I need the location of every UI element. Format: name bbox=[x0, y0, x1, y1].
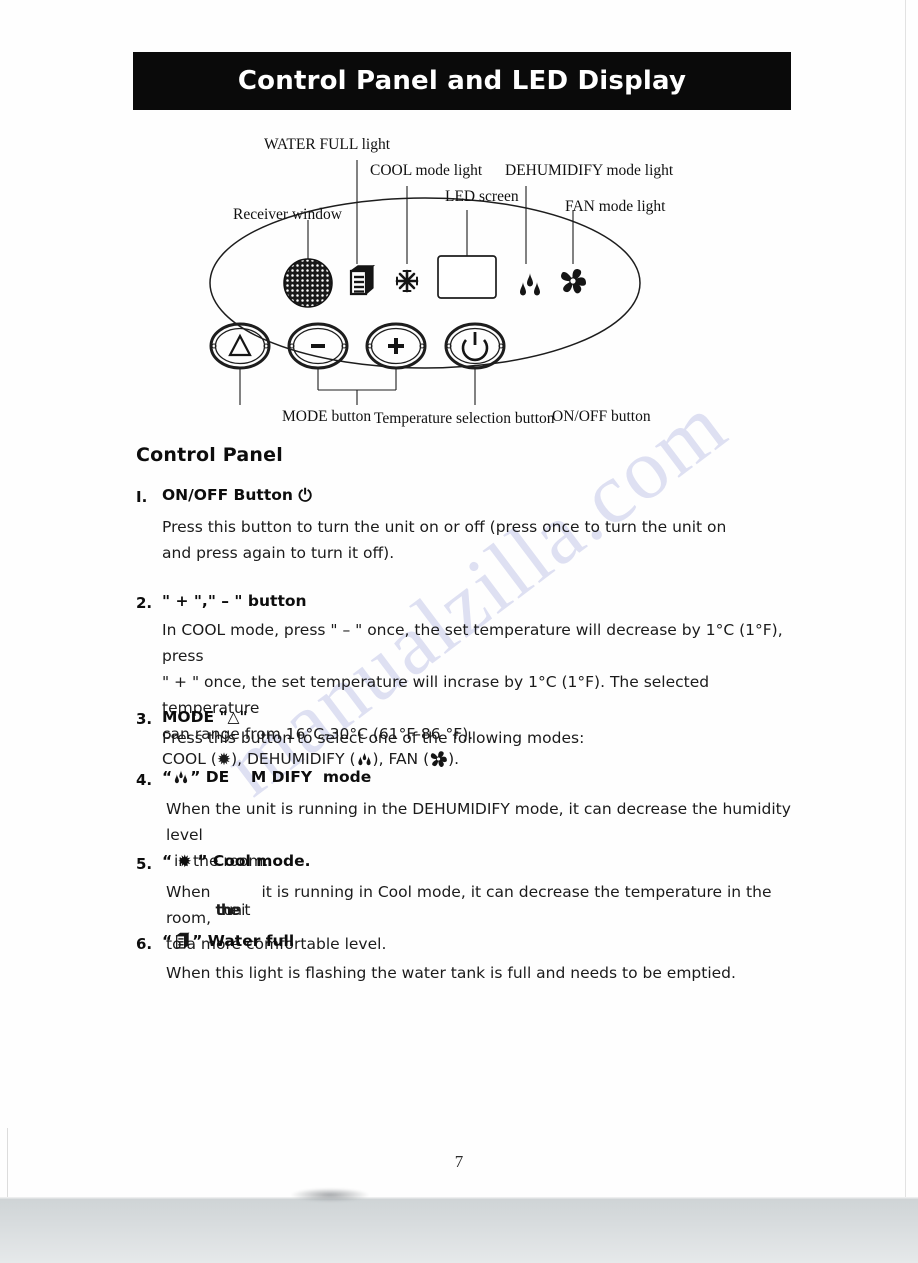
mode-cool-text: COOL ( bbox=[162, 750, 217, 768]
mode-close-text: ). bbox=[448, 750, 460, 768]
quote-open: “ bbox=[162, 932, 173, 950]
temperature-down-button[interactable] bbox=[287, 322, 349, 370]
droplets-glyph bbox=[357, 752, 371, 766]
scan-smudge bbox=[290, 1188, 370, 1202]
item-number: I. bbox=[136, 488, 148, 506]
item-heading-text: ON/OFF Button bbox=[162, 486, 293, 504]
mode-dehumidify-text: ), DEHUMIDIFY ( bbox=[231, 750, 356, 768]
quote-close: ” bbox=[197, 852, 208, 870]
dehumidify-droplets-icon bbox=[172, 770, 190, 789]
dehumidify-droplets-icon bbox=[520, 273, 540, 296]
fan-icon bbox=[561, 269, 586, 294]
item-heading-text: MODE "△" bbox=[162, 708, 248, 726]
scan-shadow bbox=[0, 1199, 918, 1263]
label-dehumidify-mode-light: DEHUMIDIFY mode light bbox=[505, 162, 674, 179]
power-icon: ⏻ bbox=[298, 486, 312, 506]
item-number: 2. bbox=[136, 594, 153, 612]
item-number: 3. bbox=[136, 710, 153, 728]
receiver-window-icon bbox=[283, 258, 333, 308]
mode-button[interactable] bbox=[209, 322, 271, 370]
droplets-glyph bbox=[175, 770, 188, 784]
page-edge-line bbox=[905, 0, 906, 1198]
snowflake-icon: ✹ bbox=[177, 852, 192, 872]
section-title: Control Panel bbox=[136, 444, 283, 466]
item-number: 5. bbox=[136, 855, 153, 873]
fan-glyph bbox=[430, 751, 447, 767]
page-title: Control Panel and LED Display bbox=[237, 66, 687, 96]
label-temperature-button: Temperature selection button bbox=[374, 410, 555, 427]
quote-close: ” bbox=[190, 768, 201, 786]
label-led-screen: LED screen bbox=[445, 188, 519, 205]
label-onoff-button: ON/OFF button bbox=[552, 408, 651, 425]
water-tank-glyph bbox=[175, 932, 190, 949]
item-heading-text: Cool mode. bbox=[212, 852, 311, 870]
item-body-line: When the unit is running in the DEHUMIDI… bbox=[166, 800, 791, 844]
item-heading-text: Water full bbox=[207, 932, 295, 950]
mode-fan-text: ), FAN ( bbox=[372, 750, 430, 768]
label-mode-button: MODE button bbox=[282, 408, 372, 425]
item-number: 4. bbox=[136, 771, 153, 789]
control-panel-diagram: WATER FULL light COOL mode light DEHUMID… bbox=[130, 128, 790, 433]
quote-open: “ bbox=[162, 768, 173, 786]
snowflake-icon: ✹ bbox=[216, 750, 232, 770]
label-water-full-light: WATER FULL light bbox=[264, 136, 391, 153]
water-full-icon bbox=[349, 264, 376, 296]
section-header-banner: Control Panel and LED Display bbox=[133, 52, 791, 110]
item-body-line: When this light is flashing the water ta… bbox=[166, 964, 736, 982]
body-prefix: When bbox=[166, 883, 216, 901]
item-heading-text: DE M DIFY mode bbox=[205, 768, 372, 786]
list-item-water-full: 6. “ ” Water full When this light is fla… bbox=[136, 932, 816, 986]
item-body-line: Press this button to select one of the f… bbox=[162, 729, 585, 747]
temperature-up-button[interactable] bbox=[365, 322, 427, 370]
item-number: 6. bbox=[136, 935, 153, 953]
page-number: 7 bbox=[454, 1152, 464, 1171]
overprint-layer-b: unit bbox=[223, 901, 250, 919]
list-item-onoff: I. ON/OFF Button ⏻ Press this button to … bbox=[136, 486, 776, 566]
power-button[interactable] bbox=[444, 322, 506, 370]
quote-open: “ bbox=[162, 852, 173, 870]
scanned-page: manualzilla.com Control Panel and LED Di… bbox=[0, 0, 918, 1200]
led-screen bbox=[437, 255, 497, 299]
snowflake-icon bbox=[395, 269, 419, 293]
label-cool-mode-light: COOL mode light bbox=[370, 162, 483, 179]
label-receiver-window: Receiver window bbox=[233, 206, 342, 223]
body-rest: it is running in Cool mode, it can decre… bbox=[166, 883, 772, 927]
item-body: Press this button to turn the unit on or… bbox=[162, 518, 727, 562]
item-body-line: When the unit it is running in Cool mode, … bbox=[166, 879, 816, 931]
item-heading-text: " + "," – " button bbox=[162, 592, 307, 610]
quote-close: ” bbox=[192, 932, 203, 950]
list-item-mode: 3. MODE "△" Press this button to select … bbox=[136, 708, 796, 774]
label-fan-mode-light: FAN mode light bbox=[565, 198, 666, 215]
item-body-line: In COOL mode, press " – " once, the set … bbox=[162, 621, 783, 665]
water-full-icon bbox=[172, 932, 192, 953]
